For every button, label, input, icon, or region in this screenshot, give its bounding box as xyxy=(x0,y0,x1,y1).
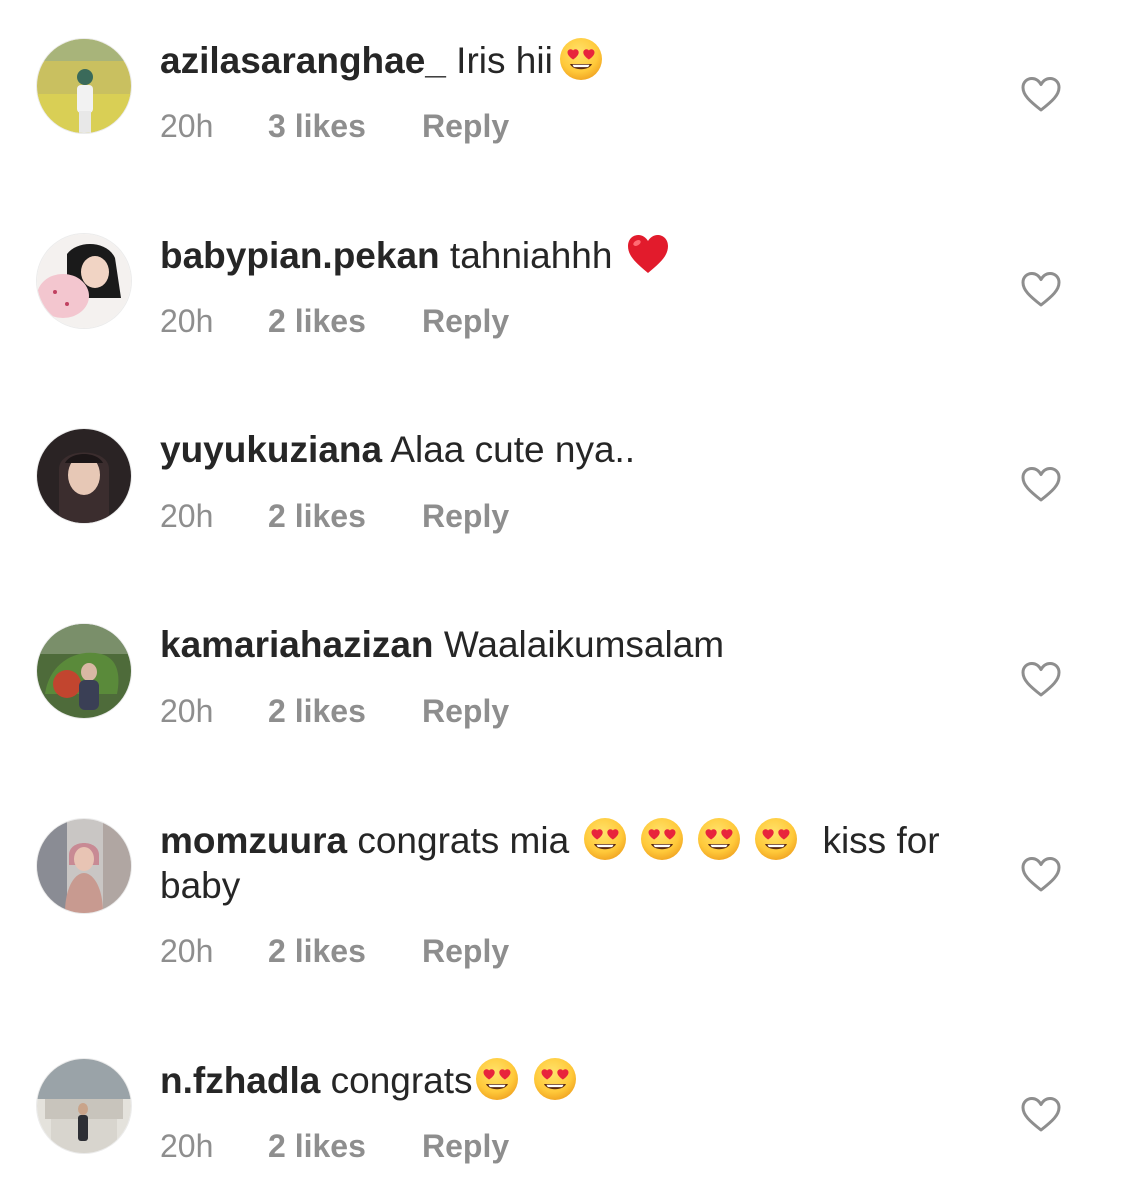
comment-likes[interactable]: 3 likes xyxy=(268,106,422,146)
comment-meta: 20h 2 likes Reply xyxy=(160,931,509,971)
comment-username[interactable]: momzuura xyxy=(160,820,347,861)
comment-username[interactable]: azilasaranghae_ xyxy=(160,40,446,81)
comment-meta: 20h 2 likes Reply xyxy=(160,301,509,341)
like-heart-icon[interactable] xyxy=(1020,855,1062,893)
heart-eyes-emoji xyxy=(533,1057,577,1101)
like-heart-icon[interactable] xyxy=(1020,75,1062,113)
comment-time: 20h xyxy=(160,498,214,534)
comment-likes[interactable]: 2 likes xyxy=(268,691,422,731)
comment-body: Iris hii xyxy=(456,40,553,81)
comment-likes[interactable]: 2 likes xyxy=(268,1126,422,1166)
comment-time: 20h xyxy=(160,1128,214,1164)
reply-button[interactable]: Reply xyxy=(422,496,509,536)
heart-eyes-emoji xyxy=(475,1057,519,1101)
comment-likes[interactable]: 2 likes xyxy=(268,301,422,341)
comment-username[interactable]: babypian.pekan xyxy=(160,235,440,276)
red-heart-emoji xyxy=(626,232,670,276)
comment-time: 20h xyxy=(160,108,214,144)
avatar[interactable] xyxy=(37,624,131,718)
like-heart-icon[interactable] xyxy=(1020,270,1062,308)
avatar[interactable] xyxy=(37,429,131,523)
reply-button[interactable]: Reply xyxy=(422,691,509,731)
heart-eyes-emoji xyxy=(754,817,798,861)
reply-button[interactable]: Reply xyxy=(422,931,509,971)
comment-body: tahniahhh xyxy=(449,235,613,276)
avatar[interactable] xyxy=(37,39,131,133)
heart-eyes-emoji xyxy=(583,817,627,861)
avatar[interactable] xyxy=(37,234,131,328)
heart-eyes-emoji xyxy=(559,37,603,81)
comment-username[interactable]: n.fzhadla xyxy=(160,1060,320,1101)
reply-button[interactable]: Reply xyxy=(422,106,509,146)
comment-username[interactable]: kamariahazizan xyxy=(160,624,434,665)
comment-text: yuyukuziana Alaa cute nya.. xyxy=(160,427,960,472)
comment-meta: 20h 2 likes Reply xyxy=(160,1126,509,1166)
comment-body: Alaa cute nya.. xyxy=(390,429,636,470)
comment-body: Waalaikumsalam xyxy=(443,624,725,665)
comment-meta: 20h 3 likes Reply xyxy=(160,106,509,146)
comment-time: 20h xyxy=(160,933,214,969)
comment-time: 20h xyxy=(160,303,214,339)
reply-button[interactable]: Reply xyxy=(422,301,509,341)
like-heart-icon[interactable] xyxy=(1020,660,1062,698)
reply-button[interactable]: Reply xyxy=(422,1126,509,1166)
comment-text: babypian.pekan tahniahhh xyxy=(160,232,960,278)
comment-text: azilasaranghae_ Iris hii xyxy=(160,37,960,83)
comment-meta: 20h 2 likes Reply xyxy=(160,496,509,536)
heart-eyes-emoji xyxy=(640,817,684,861)
comment-likes[interactable]: 2 likes xyxy=(268,496,422,536)
avatar[interactable] xyxy=(37,819,131,913)
comment-likes[interactable]: 2 likes xyxy=(268,931,422,971)
comment-username[interactable]: yuyukuziana xyxy=(160,429,382,470)
comment-text: momzuura congrats mia kiss for baby xyxy=(160,817,950,908)
comment-body: congrats xyxy=(330,1060,473,1101)
comment-text: kamariahazizan Waalaikumsalam xyxy=(160,622,960,667)
comment-text: n.fzhadla congrats xyxy=(160,1057,960,1103)
heart-eyes-emoji xyxy=(697,817,741,861)
comment-body: congrats mia xyxy=(357,820,570,861)
comment-meta: 20h 2 likes Reply xyxy=(160,691,509,731)
like-heart-icon[interactable] xyxy=(1020,465,1062,503)
avatar[interactable] xyxy=(37,1059,131,1153)
like-heart-icon[interactable] xyxy=(1020,1095,1062,1133)
comment-time: 20h xyxy=(160,693,214,729)
